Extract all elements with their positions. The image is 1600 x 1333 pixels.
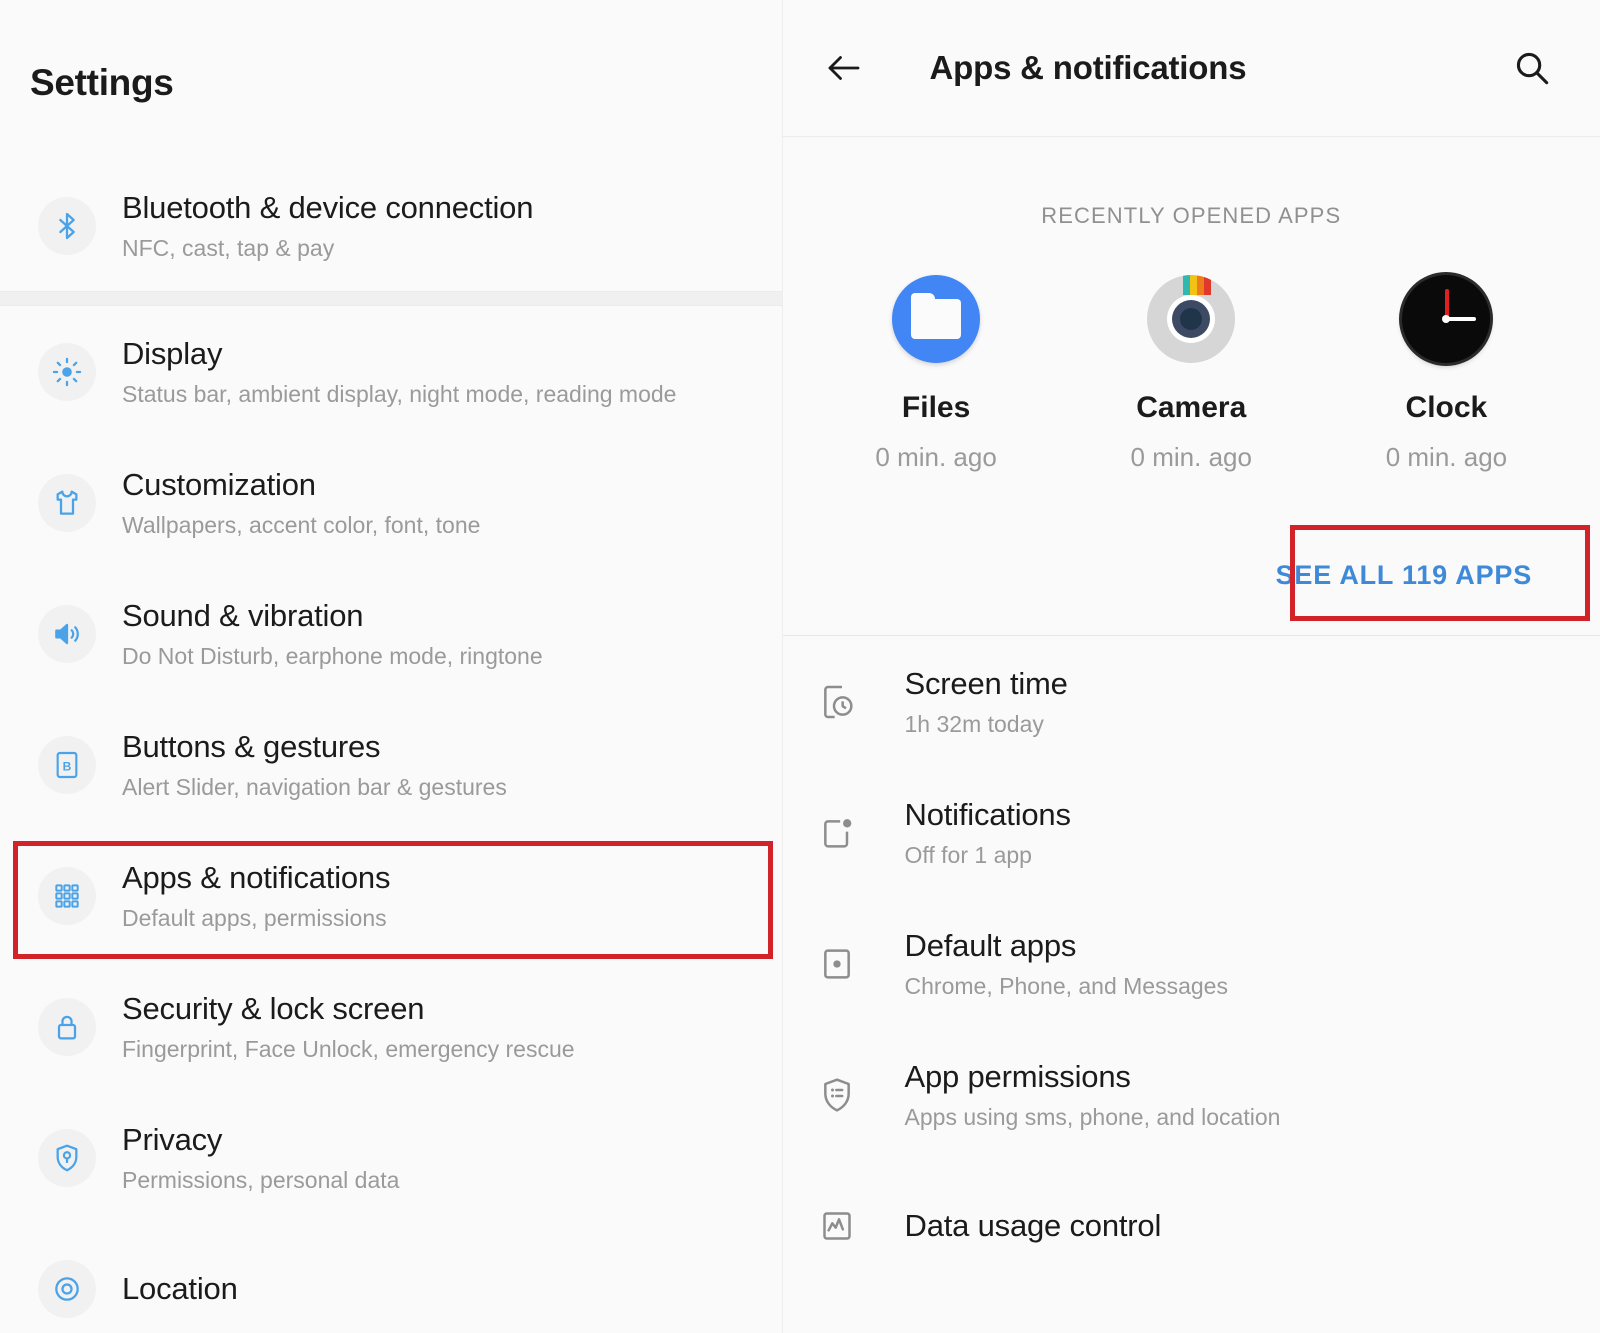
notifications-bell-icon [809,805,865,861]
apps-notifications-detail: Apps & notifications RECENTLY OPENED APP… [781,0,1600,1333]
app-permissions-shield-icon [809,1067,865,1123]
detail-row-data-usage[interactable]: Data usage control [783,1160,1600,1291]
sidebar-item-label: Sound & vibration [122,597,364,633]
sidebar-item-sublabel: Default apps, permissions [122,904,387,931]
display-brightness-icon [38,342,96,401]
sidebar-item-sublabel: NFC, cast, tap & pay [122,234,335,261]
see-all-apps-row: SEE ALL 119 APPS [783,515,1600,635]
recent-apps-row: Files 0 min. ago Camera 0 min. ago Clock… [783,275,1600,473]
recently-opened-apps-label: RECENTLY OPENED APPS [1041,203,1342,228]
sidebar-item-label: Privacy [122,1121,223,1157]
detail-rows: Screen time 1h 32m today Notifications O… [783,636,1600,1291]
settings-list: Bluetooth & device connection NFC, cast,… [0,160,782,1333]
bluetooth-icon [38,196,96,255]
detail-title: Apps & notifications [929,49,1247,86]
svg-text:B: B [63,759,72,773]
location-target-icon [38,1259,96,1318]
sidebar-item-privacy[interactable]: Privacy Permissions, personal data [0,1092,782,1223]
sidebar-item-label: Bluetooth & device connection [122,189,534,225]
sidebar-item-security[interactable]: Security & lock screen Fingerprint, Face… [0,961,782,1092]
sidebar-item-sublabel: Do Not Disturb, earphone mode, ringtone [122,642,543,669]
detail-row-sub: 1h 32m today [904,710,1044,737]
sidebar-item-display[interactable]: Display Status bar, ambient display, nig… [0,306,782,437]
sidebar-item-bluetooth[interactable]: Bluetooth & device connection NFC, cast,… [0,160,782,291]
sidebar-item-location[interactable]: Location [0,1223,782,1333]
section-divider [0,291,782,306]
default-apps-icon [809,936,865,992]
recent-app-time: 0 min. ago [875,442,997,472]
recent-app-camera[interactable]: Camera 0 min. ago [1064,275,1319,473]
detail-row-sub: Off for 1 app [904,841,1032,868]
recent-app-name: Files [901,391,971,424]
detail-row-title: Data usage control [904,1207,1162,1243]
sidebar-item-label: Security & lock screen [122,990,425,1026]
detail-row-title: App permissions [904,1058,1131,1094]
sidebar-item-label: Display [122,335,223,371]
page-title: Settings [30,62,174,103]
detail-row-title: Screen time [904,665,1068,701]
recent-app-files[interactable]: Files 0 min. ago [809,275,1064,473]
detail-row-sub: Chrome, Phone, and Messages [904,972,1228,999]
sidebar-item-apps-notifications[interactable]: Apps & notifications Default apps, permi… [0,830,782,961]
detail-row-default-apps[interactable]: Default apps Chrome, Phone, and Messages [783,898,1600,1029]
settings-split-screen: Settings Bluetooth & device connection N… [0,0,1600,1333]
detail-row-sub: Apps using sms, phone, and location [904,1103,1281,1130]
sidebar-item-label: Location [122,1270,238,1306]
detail-row-app-permissions[interactable]: App permissions Apps using sms, phone, a… [783,1029,1600,1160]
settings-sidebar: Settings Bluetooth & device connection N… [0,0,782,1333]
clock-app-icon [1402,275,1491,363]
sidebar-item-buttons-gestures[interactable]: B Buttons & gestures Alert Slider, navig… [0,699,782,830]
recent-app-clock[interactable]: Clock 0 min. ago [1319,275,1574,473]
search-icon[interactable] [1504,40,1560,96]
shield-key-icon [38,1128,96,1187]
sidebar-item-sound[interactable]: Sound & vibration Do Not Disturb, earpho… [0,568,782,699]
detail-app-bar: Apps & notifications [782,0,1600,137]
detail-row-notifications[interactable]: Notifications Off for 1 app [783,767,1600,898]
sidebar-item-sublabel: Fingerprint, Face Unlock, emergency resc… [122,1035,575,1062]
sidebar-item-label: Customization [122,466,316,502]
data-usage-chart-icon [809,1198,865,1254]
see-all-apps-button[interactable]: SEE ALL 119 APPS [1276,560,1532,591]
detail-row-title: Notifications [904,796,1071,832]
sidebar-item-label: Apps & notifications [122,859,391,895]
camera-app-icon [1147,275,1236,363]
tshirt-icon [38,473,96,532]
sidebar-item-sublabel: Wallpapers, accent color, font, tone [122,511,481,538]
detail-row-screen-time[interactable]: Screen time 1h 32m today [783,636,1600,767]
detail-row-title: Default apps [904,927,1077,963]
sidebar-item-sublabel: Permissions, personal data [122,1166,400,1193]
arrow-left-icon[interactable] [816,40,872,96]
sidebar-item-sublabel: Alert Slider, navigation bar & gestures [122,773,507,800]
sidebar-item-customization[interactable]: Customization Wallpapers, accent color, … [0,437,782,568]
sidebar-item-sublabel: Status bar, ambient display, night mode,… [122,380,677,407]
files-app-icon [892,275,981,363]
recent-app-time: 0 min. ago [1130,442,1252,472]
recent-app-name: Clock [1405,391,1488,424]
speaker-icon [38,604,96,663]
lock-icon [38,997,96,1056]
apps-grid-icon [38,866,96,925]
screen-time-icon [809,674,865,730]
recent-app-time: 0 min. ago [1385,442,1508,472]
button-b-icon: B [38,735,96,794]
recent-app-name: Camera [1136,391,1247,424]
sidebar-item-label: Buttons & gestures [122,728,381,764]
